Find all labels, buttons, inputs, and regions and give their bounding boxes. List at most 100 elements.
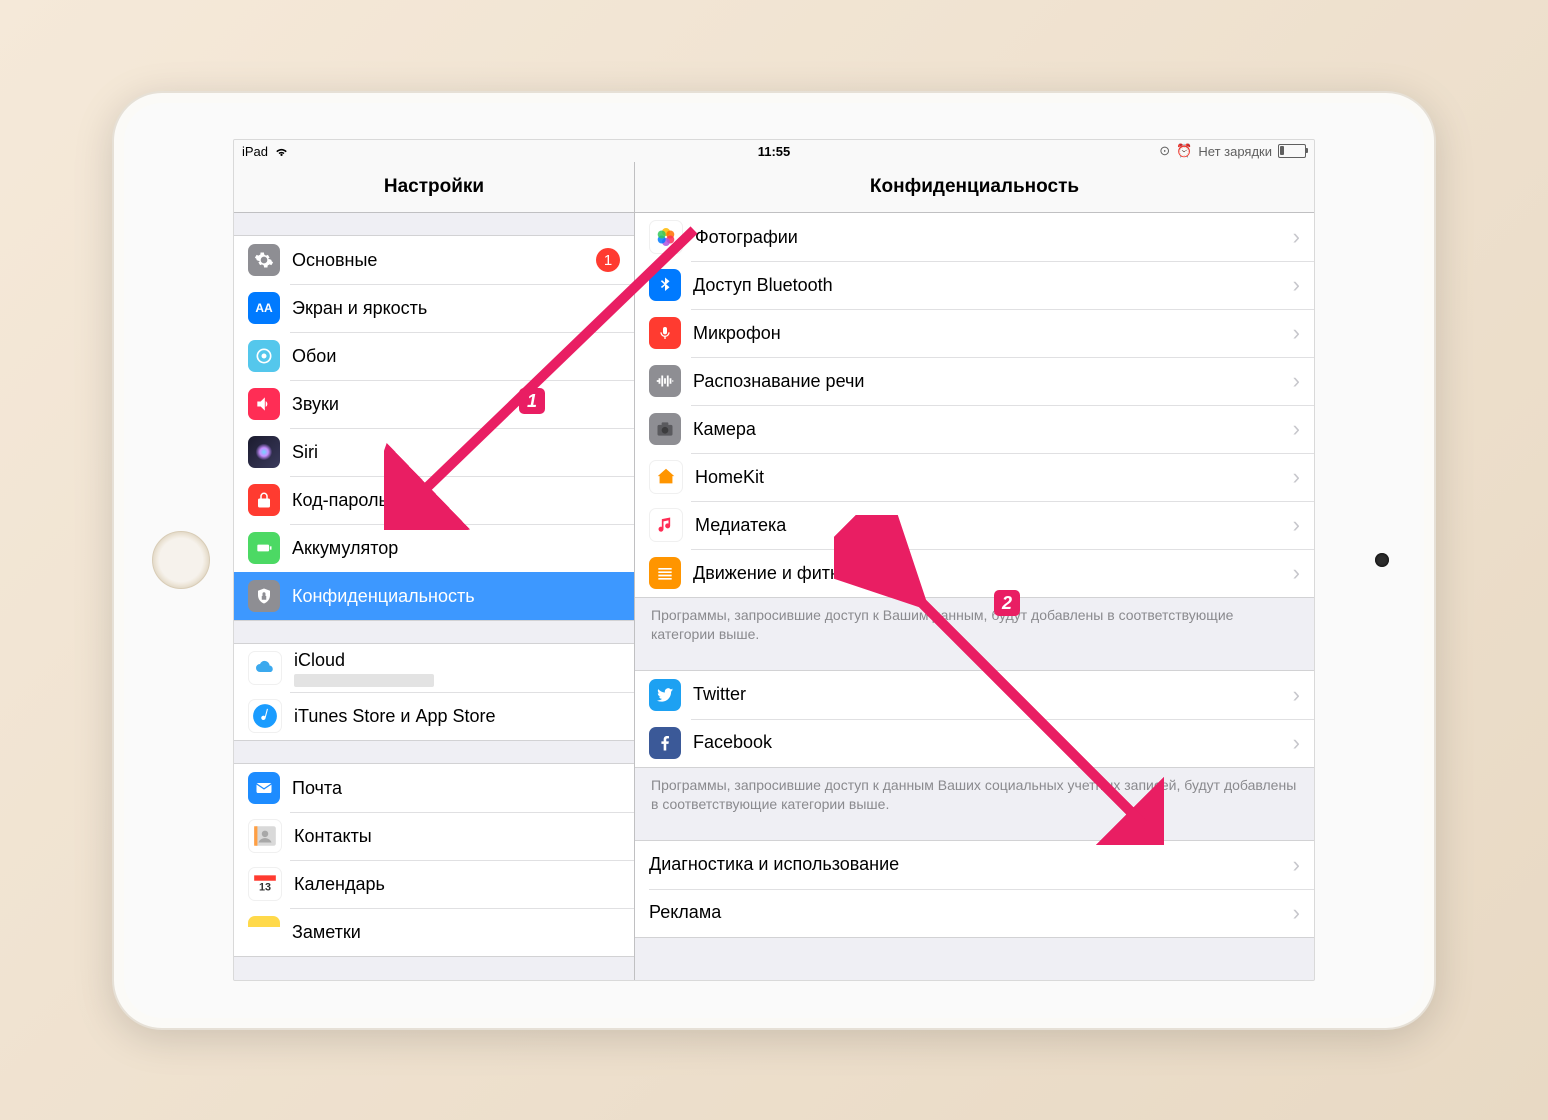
- motion-icon: [649, 557, 681, 589]
- contacts-icon: [248, 819, 282, 853]
- notes-icon: [248, 916, 280, 948]
- row-распознавание-речи[interactable]: Распознавание речи ›: [635, 357, 1314, 405]
- status-bar: iPad 11:55 ⊙ ⏰ Нет зарядки: [234, 140, 1314, 162]
- chevron-right-icon: ›: [1293, 512, 1300, 538]
- row-календарь[interactable]: 13 Календарь: [234, 860, 634, 908]
- row-label: Siri: [292, 442, 620, 463]
- row-label: Код-пароль: [292, 490, 620, 511]
- row-itunes-store-и-app-store[interactable]: iTunes Store и App Store: [234, 692, 634, 740]
- row-label: Обои: [292, 346, 620, 367]
- row-label: Почта: [292, 778, 620, 799]
- row-контакты[interactable]: Контакты: [234, 812, 634, 860]
- settings-sidebar: Настройки Основные1AAЭкран и яркостьОбои…: [234, 162, 635, 980]
- chevron-right-icon: ›: [1293, 416, 1300, 442]
- general-icon: [248, 244, 280, 276]
- alarm-icon: ⏰: [1176, 143, 1192, 159]
- row-label: Контакты: [294, 826, 620, 847]
- row-label: Диагностика и использование: [649, 854, 1285, 875]
- footer-text-1: Программы, запросившие доступ к Вашим да…: [635, 598, 1314, 648]
- batt-icon: [248, 532, 280, 564]
- row-конфиденциальность[interactable]: Конфиденциальность: [234, 572, 634, 620]
- chevron-right-icon: ›: [1293, 730, 1300, 756]
- chevron-right-icon: ›: [1293, 272, 1300, 298]
- row-медиатека[interactable]: Медиатека ›: [635, 501, 1314, 549]
- cloud-icon: [248, 651, 282, 685]
- row-label: Камера: [693, 419, 1285, 440]
- row-label: Микрофон: [693, 323, 1285, 344]
- homekit-icon: [649, 460, 683, 494]
- device-label: iPad: [242, 144, 268, 159]
- row-label: iCloud: [294, 650, 620, 671]
- notification-badge: 1: [596, 248, 620, 272]
- redacted-subtitle: [294, 674, 434, 687]
- row-почта[interactable]: Почта: [234, 764, 634, 812]
- row-label: Аккумулятор: [292, 538, 620, 559]
- screen: iPad 11:55 ⊙ ⏰ Нет зарядки Настройки: [233, 139, 1315, 981]
- row-код-пароль[interactable]: Код-пароль: [234, 476, 634, 524]
- photos-icon: [649, 220, 683, 254]
- camera-icon: [649, 413, 681, 445]
- row-label: Реклама: [649, 902, 1285, 923]
- row-label: HomeKit: [695, 467, 1285, 488]
- row-label: Звуки: [292, 394, 620, 415]
- cal-icon: 13: [248, 867, 282, 901]
- row-label: Основные: [292, 250, 596, 271]
- home-button[interactable]: [152, 531, 210, 589]
- detail-pane: Конфиденциальность Фотографии›Доступ Blu…: [635, 162, 1314, 980]
- chevron-right-icon: ›: [1293, 682, 1300, 708]
- wifi-icon: [274, 146, 289, 157]
- row-микрофон[interactable]: Микрофон›: [635, 309, 1314, 357]
- row-камера[interactable]: Камера ›: [635, 405, 1314, 453]
- row-facebook[interactable]: Facebook›: [635, 719, 1314, 767]
- row-icloud[interactable]: iCloud: [234, 644, 634, 692]
- detail-title: Конфиденциальность: [635, 162, 1314, 213]
- row-label: iTunes Store и App Store: [294, 706, 620, 727]
- clock: 11:55: [758, 144, 791, 159]
- display-icon: AA: [248, 292, 280, 324]
- ipad-frame: iPad 11:55 ⊙ ⏰ Нет зарядки Настройки: [112, 91, 1436, 1030]
- chevron-right-icon: ›: [1293, 368, 1300, 394]
- twitter-icon: [649, 679, 681, 711]
- chevron-right-icon: ›: [1293, 560, 1300, 586]
- row-label: Медиатека: [695, 515, 1285, 536]
- row-движение-и-фитнес[interactable]: Движение и фитнес›: [635, 549, 1314, 597]
- mic-icon: [649, 317, 681, 349]
- row-label: Заметки: [292, 922, 620, 943]
- pass-icon: [248, 484, 280, 516]
- sound-icon: [248, 388, 280, 420]
- row-экран-и-яркость[interactable]: AAЭкран и яркость: [234, 284, 634, 332]
- row-homekit[interactable]: HomeKit ›: [635, 453, 1314, 501]
- row-label: Конфиденциальность: [292, 586, 620, 607]
- row-twitter[interactable]: Twitter ›: [635, 671, 1314, 719]
- chevron-right-icon: ›: [1293, 224, 1300, 250]
- row-label: Распознавание речи: [693, 371, 1285, 392]
- row-аккумулятор[interactable]: Аккумулятор: [234, 524, 634, 572]
- mail-icon: [248, 772, 280, 804]
- priv-icon: [248, 580, 280, 612]
- battery-label: Нет зарядки: [1198, 144, 1272, 159]
- row-siri[interactable]: Siri: [234, 428, 634, 476]
- battery-icon: [1278, 144, 1306, 158]
- rotation-lock-icon: ⊙: [1159, 143, 1170, 159]
- row-реклама[interactable]: Реклама ›: [635, 889, 1314, 937]
- chevron-right-icon: ›: [1293, 900, 1300, 926]
- row-обои[interactable]: Обои: [234, 332, 634, 380]
- chevron-right-icon: ›: [1293, 464, 1300, 490]
- row-доступ-bluetooth[interactable]: Доступ Bluetooth›: [635, 261, 1314, 309]
- row-label: Календарь: [294, 874, 620, 895]
- wall-icon: [248, 340, 280, 372]
- row-звуки[interactable]: Звуки: [234, 380, 634, 428]
- row-основные[interactable]: Основные1: [234, 236, 634, 284]
- row-диагностика-и-использование[interactable]: Диагностика и использование›: [635, 841, 1314, 889]
- speech-icon: [649, 365, 681, 397]
- footer-text-2: Программы, запросившие доступ к данным В…: [635, 768, 1314, 818]
- row-заметки[interactable]: Заметки: [234, 908, 634, 956]
- row-label: Фотографии: [695, 227, 1285, 248]
- itunes-icon: [248, 699, 282, 733]
- facebook-icon: [649, 727, 681, 759]
- sidebar-title: Настройки: [234, 162, 634, 213]
- row-фотографии[interactable]: Фотографии ›: [635, 213, 1314, 261]
- row-label: Twitter: [693, 684, 1285, 705]
- svg-text:13: 13: [259, 882, 271, 894]
- media-icon: [649, 508, 683, 542]
